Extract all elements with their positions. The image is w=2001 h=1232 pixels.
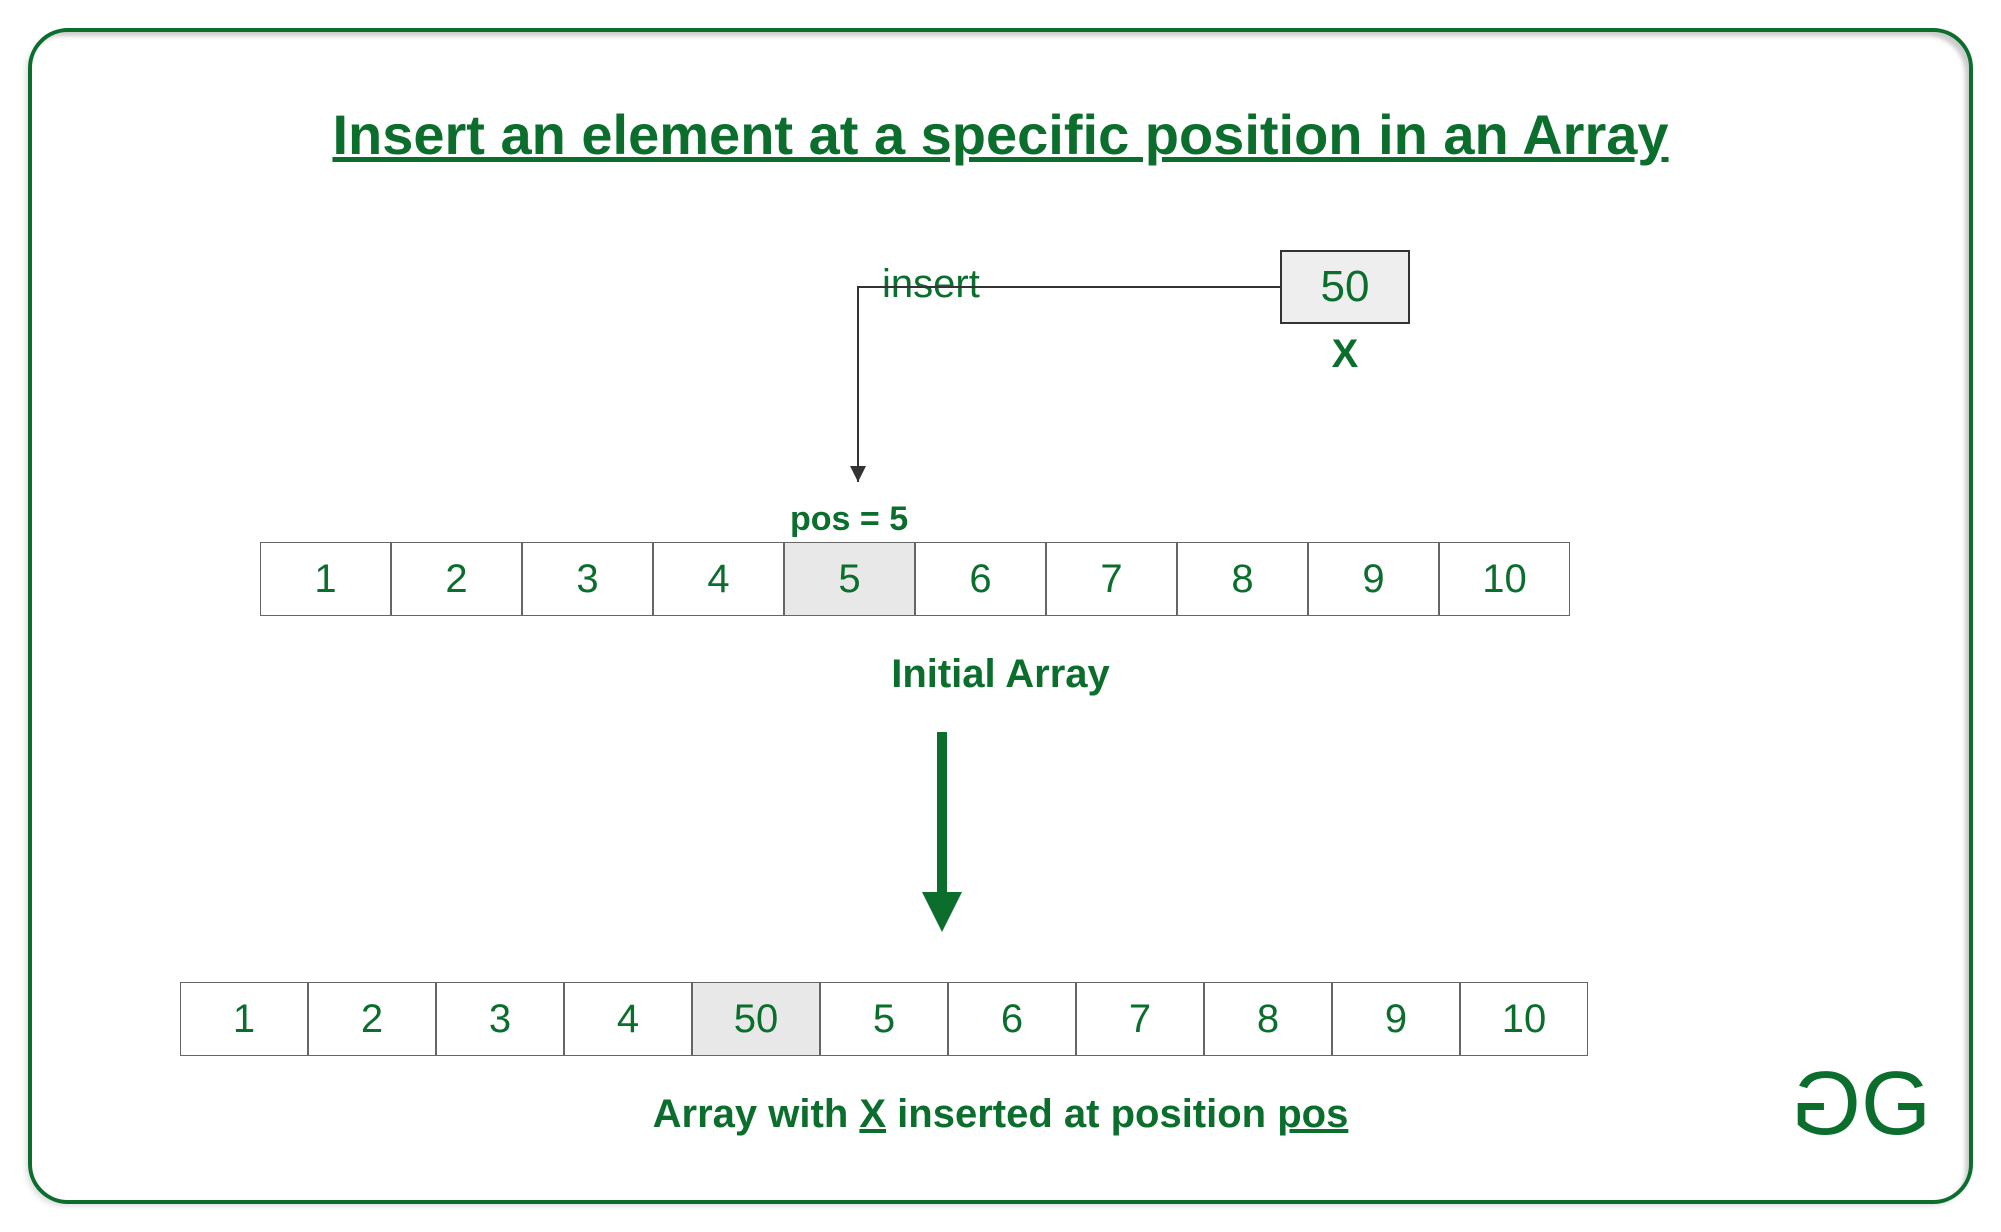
insert-label: insert (882, 262, 980, 307)
gfg-logo-icon: GG (1809, 1053, 1913, 1156)
result-array-label: Array with X inserted at position pos (32, 1092, 1969, 1137)
result-array: 1234505678910 (180, 982, 1588, 1056)
logo-left-g: G (1809, 1053, 1861, 1156)
array-cell: 1 (260, 542, 391, 616)
down-arrow-icon (922, 732, 962, 932)
array-cell: 9 (1332, 982, 1460, 1056)
array-cell: 10 (1460, 982, 1588, 1056)
array-cell: 3 (436, 982, 564, 1056)
array-cell: 6 (948, 982, 1076, 1056)
array-cell: 4 (653, 542, 784, 616)
array-cell: 6 (915, 542, 1046, 616)
array-cell: 9 (1308, 542, 1439, 616)
array-cell: 8 (1177, 542, 1308, 616)
result-label-pos: pos (1277, 1092, 1348, 1136)
result-label-mid: inserted at position (886, 1092, 1277, 1136)
array-cell: 4 (564, 982, 692, 1056)
array-cell: 50 (692, 982, 820, 1056)
diagram-title: Insert an element at a specific position… (32, 102, 1969, 167)
array-cell: 7 (1076, 982, 1204, 1056)
initial-array-label: Initial Array (32, 652, 1969, 697)
result-label-prefix: Array with (653, 1092, 860, 1136)
array-cell: 5 (820, 982, 948, 1056)
logo-right-g: G (1861, 1054, 1913, 1154)
x-label: X (1280, 332, 1410, 377)
initial-array: 12345678910 (260, 542, 1570, 616)
array-cell: 1 (180, 982, 308, 1056)
array-cell: 8 (1204, 982, 1332, 1056)
array-cell: 3 (522, 542, 653, 616)
array-cell: 5 (784, 542, 915, 616)
diagram-frame: Insert an element at a specific position… (28, 28, 1973, 1204)
x-value-box: 50 (1280, 250, 1410, 324)
array-cell: 2 (391, 542, 522, 616)
pos-label: pos = 5 (790, 500, 908, 539)
array-cell: 7 (1046, 542, 1177, 616)
result-label-x: X (859, 1092, 886, 1136)
array-cell: 10 (1439, 542, 1570, 616)
array-cell: 2 (308, 982, 436, 1056)
